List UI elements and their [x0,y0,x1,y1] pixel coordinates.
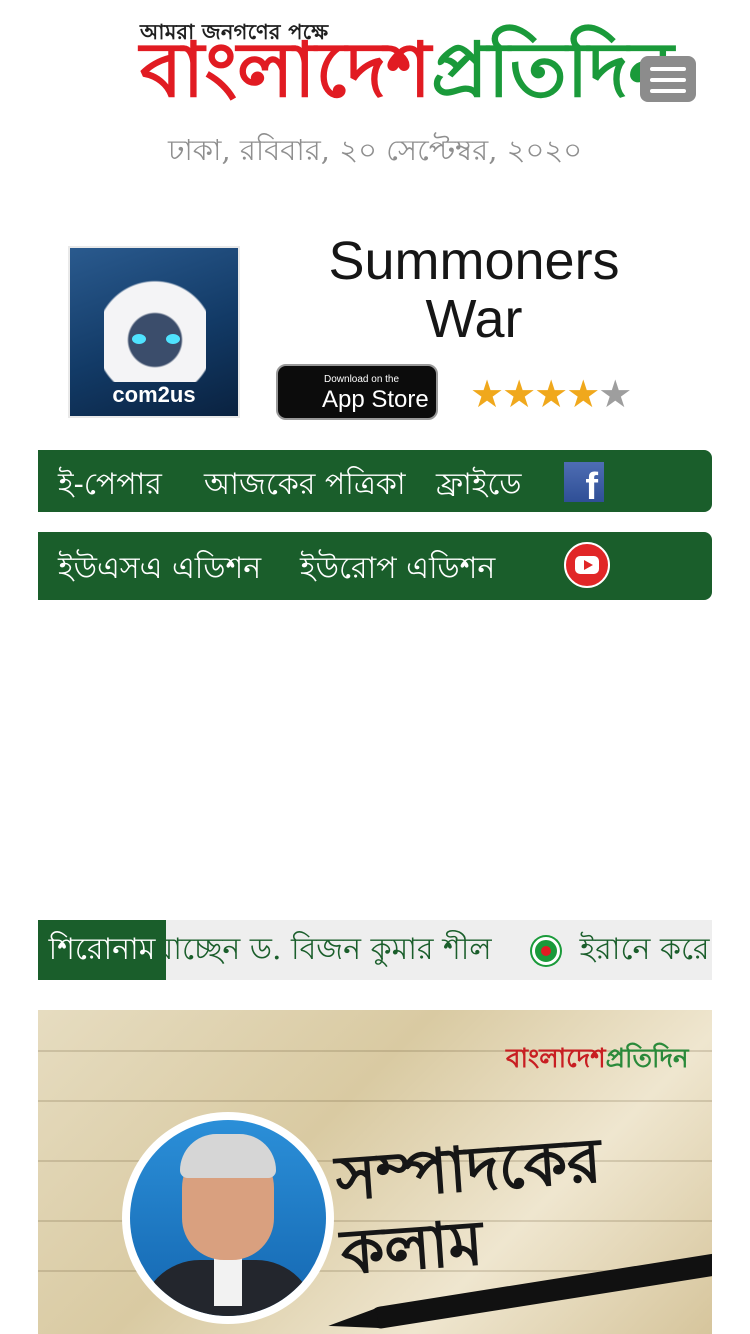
ticker-separator-icon [531,937,560,965]
app-store-button[interactable]: Download on the App Store [276,364,438,420]
nav-link-todays-paper[interactable]: আজকের পত্রিকা [204,460,406,511]
nav-link-friday[interactable]: ফ্রাইডে [436,460,522,511]
current-date: ঢাকা, রবিবার, ২০ সেপ্টেম্বর, ২০২০ [167,133,583,167]
hooded-character [104,262,206,382]
banner-logo-part2: প্রতিদিন [605,1044,689,1074]
nav-link-europe-edition[interactable]: ইউরোপ এডিশন [300,544,495,595]
nav-link-usa-edition[interactable]: ইউএসএ এডিশন [58,544,261,595]
headline-ticker: শিরোনাম যাচ্ছেন ড. বিজন কুমার শীল ইরানে ক… [38,920,712,980]
game-icon: com2us [68,246,240,418]
logo-text-part1: বাংলাদেশ [140,25,432,114]
site-masthead[interactable]: আমরা জনগণের পক্ষে বাংলাদেশপ্রতিদিন [140,14,674,132]
facebook-icon[interactable]: f [564,462,604,506]
editor-column-banner[interactable]: বাংলাদেশপ্রতিদিন সম্পাদকের কলাম [38,1010,712,1334]
ticker-label: শিরোনাম [38,920,166,980]
ticker-headline[interactable]: ইরানে করে [580,932,710,967]
character-eyes [132,334,180,346]
column-title: সম্পাদকের কলাম [333,1123,604,1289]
ticker-content: যাচ্ছেন ড. বিজন কুমার শীল ইরানে করে [166,920,710,980]
site-logo[interactable]: বাংলাদেশপ্রতিদিন [140,32,674,108]
rating-stars: ★★★★★ [470,372,632,416]
hamburger-menu-icon[interactable] [640,56,696,102]
ad-brand-name: com2us [112,382,196,407]
menu-bar [650,78,686,82]
banner-logo: বাংলাদেশপ্রতিদিন [506,1038,689,1082]
ad-banner[interactable]: com2us Summoners War Download on the App… [56,232,650,428]
banner-logo-part1: বাংলাদেশ [506,1044,606,1074]
app-store-small-text: Download on the [324,374,400,385]
logo-text-part2: প্রতিদিন [431,25,674,114]
nav-bar-editions: ইউএসএ এডিশন ইউরোপ এডিশন [38,532,712,600]
menu-bar [650,89,686,93]
app-store-label: App Store [322,386,429,413]
youtube-icon[interactable] [564,542,610,588]
editor-portrait [122,1112,334,1324]
menu-bar [650,67,686,71]
nav-link-epaper[interactable]: ই-পেপার [58,460,162,511]
pen-nib-icon [326,1308,380,1334]
ticker-headline[interactable]: যাচ্ছেন ড. বিজন কুমার শীল [166,932,492,967]
ad-title: Summoners War [328,231,620,349]
ticker-track: যাচ্ছেন ড. বিজন কুমার শীল ইরানে করে [166,920,712,980]
nav-bar-primary: ই-পেপার আজকের পত্রিকা ফ্রাইডে f [38,450,712,512]
